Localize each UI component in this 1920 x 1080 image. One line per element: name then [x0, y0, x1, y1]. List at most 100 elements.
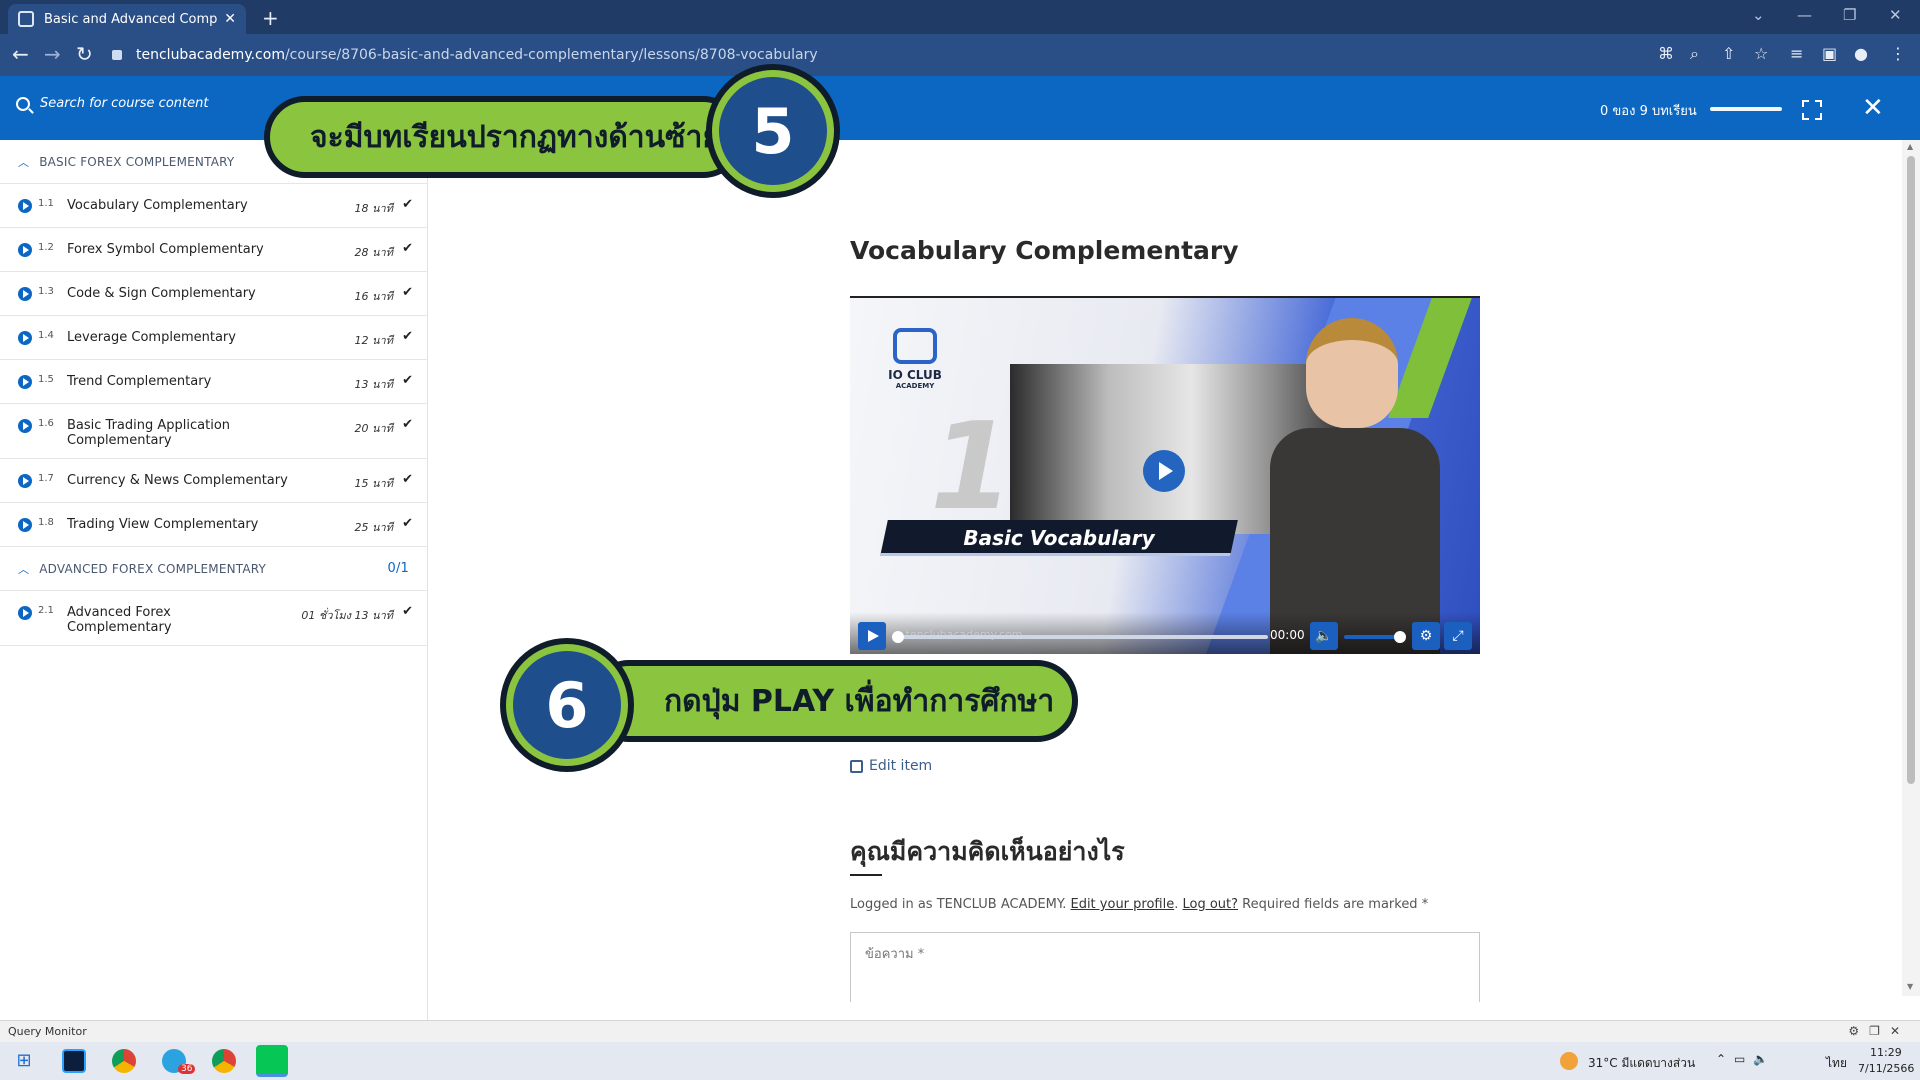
comment-placeholder: ข้อความ * [865, 947, 925, 962]
weather-text[interactable]: 31°C มีแดดบางส่วน [1588, 1054, 1695, 1073]
lesson-number: 1.1 [38, 198, 54, 209]
new-tab-icon[interactable]: + [262, 6, 279, 30]
play-circle-icon [18, 243, 32, 257]
query-monitor-controls-icon[interactable]: ⚙❐✕ [1848, 1024, 1910, 1038]
lesson-number: 1.8 [38, 517, 54, 528]
lesson-title: Leverage Complementary [67, 330, 236, 345]
section-header-advanced[interactable]: ︿ ADVANCED FOREX COMPLEMENTARY 0/1 [0, 547, 427, 591]
bookmark-star-icon[interactable]: ☆ [1754, 44, 1768, 63]
volume-icon[interactable]: 🔈 [1310, 622, 1338, 650]
profile-avatar-icon[interactable]: ● [1854, 44, 1868, 63]
chrome-icon[interactable] [112, 1049, 136, 1073]
lesson-item[interactable]: 1.4 Leverage Complementary 12 นาที ✔ [0, 316, 427, 360]
lesson-duration: 20 นาที [354, 422, 393, 435]
volume-knob[interactable] [1394, 631, 1406, 643]
url-path: /course/8706-basic-and-advanced-compleme… [284, 47, 818, 63]
lock-icon [112, 50, 122, 60]
check-icon: ✔ [402, 329, 413, 344]
translate-icon[interactable]: ⌘ [1658, 44, 1674, 63]
section-title: BASIC FOREX COMPLEMENTARY [39, 154, 235, 169]
fullscreen-icon[interactable] [1802, 100, 1822, 120]
lesson-sidebar: ︿ BASIC FOREX COMPLEMENTARY 1.1 Vocabula… [0, 140, 428, 1020]
callout-6-text-post: เพื่อทำการศึกษา [834, 683, 1055, 719]
video-timecode: 00:00 [1270, 628, 1305, 642]
windows-taskbar: ⊞ 36 31°C มีแดดบางส่วน ⌃▭🔈 ไทย 11:29 7/1… [0, 1042, 1920, 1080]
callout-5-badge: 5 [712, 70, 834, 192]
lesson-item[interactable]: 1.6 Basic Trading Application Complement… [0, 404, 427, 459]
scroll-down-icon[interactable]: ▼ [1907, 982, 1913, 991]
tab-title: Basic and Advanced Compleme [44, 11, 218, 27]
comment-textarea[interactable]: ข้อความ * [850, 932, 1480, 1002]
query-monitor-label: Query Monitor [8, 1025, 87, 1038]
video-player[interactable]: 1 IO CLUB ACADEMY Basic Vocabulary w.ten… [850, 296, 1480, 654]
reload-icon[interactable]: ↻ [76, 42, 93, 66]
chrome-profile-icon[interactable] [212, 1049, 236, 1073]
browser-tab[interactable]: Basic and Advanced Compleme ✕ [8, 4, 246, 34]
close-course-icon[interactable]: ✕ [1862, 93, 1884, 123]
section-title: ADVANCED FOREX COMPLEMENTARY [39, 561, 267, 576]
logout-link[interactable]: Log out? [1182, 897, 1238, 912]
lesson-number: 1.6 [38, 418, 54, 429]
lesson-title: Advanced Forex Complementary [67, 605, 172, 635]
play-circle-icon [18, 199, 32, 213]
forward-icon[interactable]: → [44, 42, 61, 66]
lesson-item[interactable]: 1.3 Code & Sign Complementary 16 นาที ✔ [0, 272, 427, 316]
play-circle-icon [18, 419, 32, 433]
taskbar-date[interactable]: 7/11/2566 [1858, 1062, 1914, 1075]
restore-icon[interactable]: ❐ [1843, 6, 1856, 24]
video-caption: Basic Vocabulary [880, 520, 1238, 556]
volume-slider[interactable] [1344, 631, 1406, 643]
lesson-number: 1.7 [38, 473, 54, 484]
callout-5-number: 5 [751, 94, 795, 168]
taskbar-time[interactable]: 11:29 [1870, 1046, 1902, 1059]
scroll-thumb[interactable] [1907, 156, 1915, 784]
window-close-icon[interactable]: ✕ [1889, 6, 1902, 24]
lesson-duration: 13 นาที [354, 378, 393, 391]
side-panel-icon[interactable]: ▣ [1822, 44, 1837, 63]
menu-icon[interactable]: ⋮ [1890, 44, 1906, 63]
lesson-item[interactable]: 2.1 Advanced Forex Complementary 01 ชั่ว… [0, 591, 427, 646]
minimize-icon[interactable]: — [1797, 6, 1812, 24]
edit-item-link[interactable]: Edit item [850, 758, 932, 774]
lesson-item[interactable]: 1.2 Forex Symbol Complementary 28 นาที ✔ [0, 228, 427, 272]
lesson-item[interactable]: 1.8 Trading View Complementary 25 นาที ✔ [0, 503, 427, 547]
scroll-up-icon[interactable]: ▲ [1907, 142, 1913, 151]
lesson-item[interactable]: 1.5 Trend Complementary 13 นาที ✔ [0, 360, 427, 404]
settings-gear-icon[interactable]: ⚙ [1412, 622, 1440, 650]
photoshop-icon[interactable] [62, 1049, 86, 1073]
play-button[interactable] [858, 622, 886, 650]
page-scrollbar[interactable]: ▲ ▼ [1902, 140, 1920, 996]
chevron-up-icon: ︿ [18, 562, 30, 576]
share-icon[interactable]: ⇧ [1722, 44, 1735, 63]
lesson-duration: 28 นาที [354, 246, 393, 259]
io-club-logo: IO CLUB ACADEMY [884, 328, 946, 390]
callout-6-number: 6 [545, 668, 589, 742]
language-indicator[interactable]: ไทย [1826, 1054, 1847, 1073]
big-play-button[interactable] [1143, 450, 1185, 492]
edit-profile-link[interactable]: Edit your profile [1070, 897, 1174, 912]
lesson-number: 1.4 [38, 330, 54, 341]
video-fullscreen-icon[interactable]: ⤢ [1444, 622, 1472, 650]
lesson-item[interactable]: 1.7 Currency & News Complementary 15 นาท… [0, 459, 427, 503]
line-app-icon[interactable] [256, 1045, 288, 1077]
weather-icon[interactable] [1560, 1052, 1578, 1070]
seek-bar[interactable] [892, 631, 1268, 643]
url-domain: tenclubacademy.com [136, 47, 285, 63]
back-icon[interactable]: ← [12, 42, 29, 66]
reading-list-icon[interactable]: ≡ [1790, 44, 1803, 63]
logo-mark-icon [893, 328, 937, 364]
url-field[interactable]: tenclubacademy.com/course/8706-basic-and… [112, 39, 1632, 71]
chevron-up-icon: ︿ [18, 155, 30, 169]
system-tray-icon[interactable]: ⌃▭🔈 [1716, 1052, 1776, 1066]
search-input[interactable] [40, 96, 280, 111]
lesson-item[interactable]: 1.1 Vocabulary Complementary 18 นาที ✔ [0, 184, 427, 228]
zoom-icon[interactable]: ⌕ [1690, 44, 1699, 64]
tab-search-icon[interactable]: ⌄ [1752, 6, 1765, 24]
windows-start-icon[interactable]: ⊞ [12, 1049, 36, 1073]
check-icon: ✔ [402, 285, 413, 300]
address-bar: ← → ↻ tenclubacademy.com/course/8706-bas… [0, 34, 1920, 76]
check-icon: ✔ [402, 472, 413, 487]
seek-knob[interactable] [892, 631, 904, 643]
tab-close-icon[interactable]: ✕ [224, 11, 236, 27]
logo-subtext: ACADEMY [895, 382, 935, 390]
